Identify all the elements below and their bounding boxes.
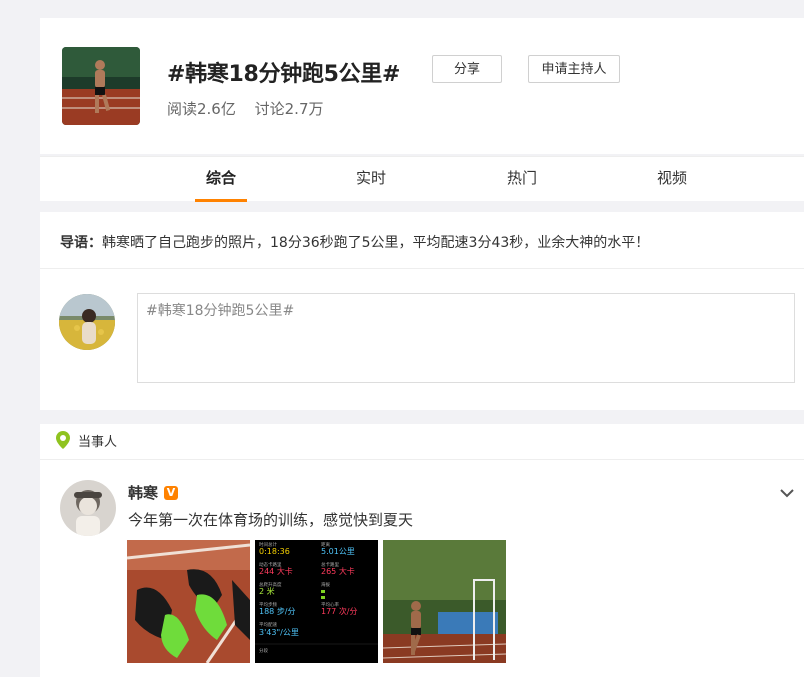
discuss-count: 讨论2.7万 [254, 100, 324, 118]
topic-stats: 阅读2.6亿 讨论2.7万 [167, 98, 324, 119]
topic-title: #韩寒18分钟跑5公里# [167, 62, 401, 87]
user-avatar[interactable] [60, 480, 116, 536]
user-name[interactable]: 韩寒 [128, 482, 158, 503]
guide-prefix: 导语： [60, 235, 102, 251]
workout-active-cal: 244 大卡 [259, 566, 293, 576]
topic-header: #韩寒18分钟跑5公里# 阅读2.6亿 讨论2.7万 分享 申请主持人 [40, 18, 804, 154]
workout-total-cal: 265 大卡 [321, 566, 355, 576]
workout-stats-screenshot[interactable]: 时间总计 0:18:36 距离 5.01公里 动态卡路里 244 大卡 总卡路里… [255, 540, 378, 663]
divider [40, 268, 804, 269]
section-header: 当事人 [54, 430, 117, 450]
divider [40, 459, 804, 460]
track-running-photo[interactable] [383, 540, 506, 663]
tab-realtime[interactable]: 实时 [331, 157, 411, 201]
topic-cover-image [62, 47, 140, 125]
topic-intro-card: 导语：韩寒晒了自己跑步的照片，18分36秒跑了5公里，平均配速3分43秒，业余大… [40, 212, 804, 410]
chevron-down-icon[interactable] [778, 484, 796, 502]
share-button[interactable]: 分享 [432, 55, 502, 83]
guide-text: 导语：韩寒晒了自己跑步的照片，18分36秒跑了5公里，平均配速3分43秒，业余大… [60, 232, 649, 252]
read-count: 阅读2.6亿 [167, 100, 236, 118]
topic-tabs: 综合 实时 热门 视频 [40, 156, 804, 202]
workout-distance: 5.01公里 [321, 547, 355, 556]
tab-overview[interactable]: 综合 [181, 157, 261, 202]
avatar[interactable] [59, 294, 115, 350]
post-text: 今年第一次在体育场的训练，感觉快到夏天 [128, 511, 414, 529]
workout-cadence: 188 步/分 [259, 607, 296, 616]
workout-heart-rate: 177 次/分 [321, 606, 358, 616]
post-composer-input[interactable]: #韩寒18分钟跑5公里# [137, 293, 795, 383]
running-shoes-photo[interactable] [127, 540, 250, 663]
location-pin-icon [56, 431, 70, 449]
section-label: 当事人 [78, 434, 118, 450]
feed-card: 当事人 韩寒 V 今年第一次在体育场的训练，感觉快到夏天 时间总计 0:18:3… [40, 424, 804, 677]
user-name-row: 韩寒 V [128, 482, 179, 503]
workout-elevation: 2 米 [259, 586, 275, 596]
tab-video[interactable]: 视频 [632, 157, 712, 201]
workout-time: 0:18:36 [259, 547, 290, 556]
apply-host-button[interactable]: 申请主持人 [528, 55, 620, 83]
svg-text:平均配速: 平均配速 [259, 621, 277, 628]
guide-body: 韩寒晒了自己跑步的照片，18分36秒跑了5公里，平均配速3分43秒，业余大神的水… [102, 235, 650, 251]
svg-text:分段: 分段 [259, 647, 268, 654]
tab-hot[interactable]: 热门 [482, 157, 562, 201]
workout-pace: 3'43"/公里 [259, 628, 299, 637]
svg-text:海拔: 海拔 [321, 581, 330, 588]
verified-badge-icon: V [164, 485, 179, 500]
